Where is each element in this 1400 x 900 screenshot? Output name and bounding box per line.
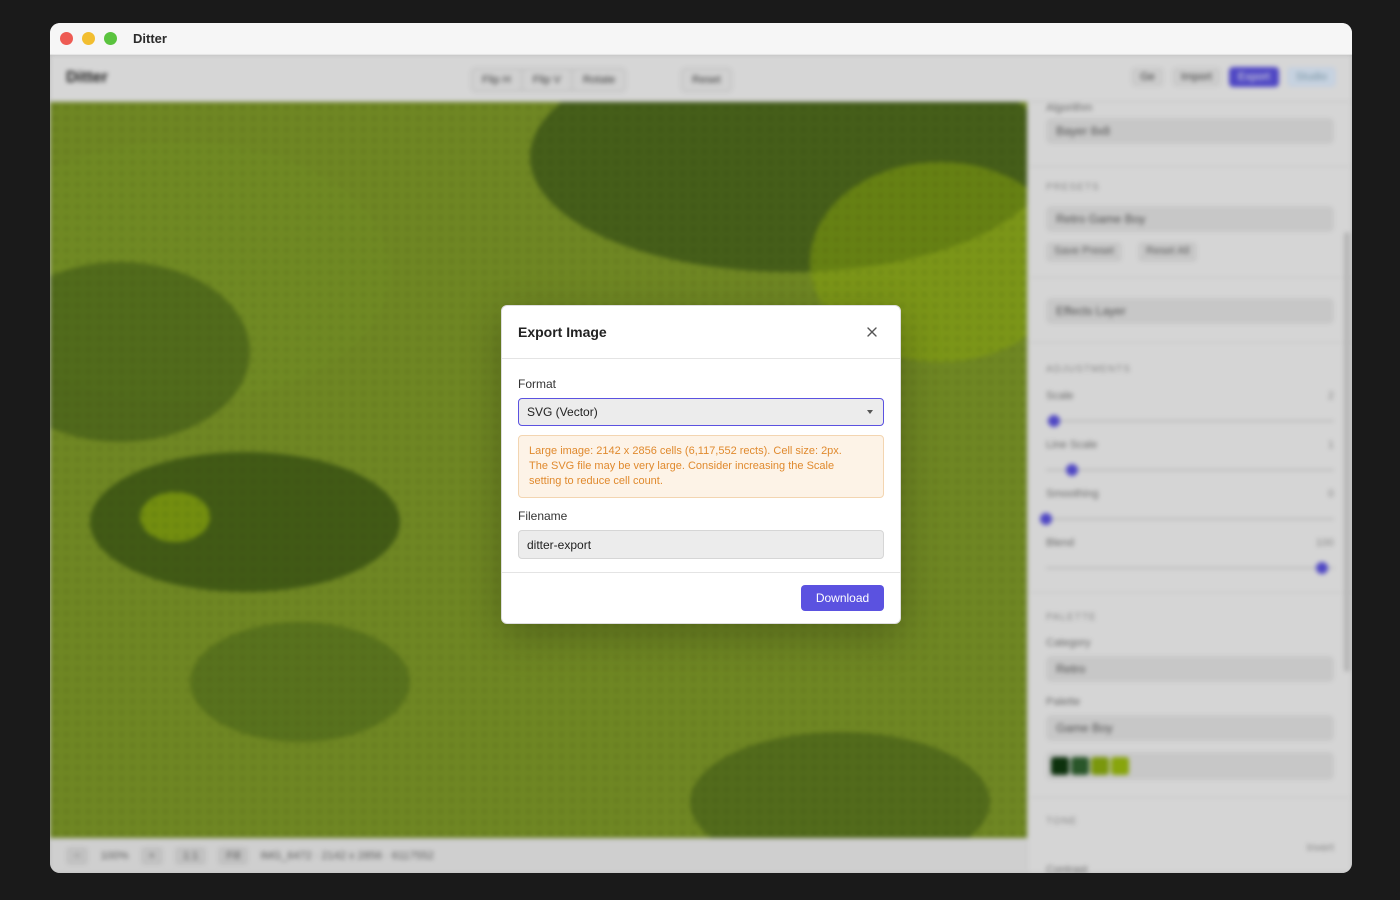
window-titlebar: Ditter xyxy=(50,23,1352,55)
warning-line-1: Large image: 2142 x 2856 cells (6,117,55… xyxy=(529,445,842,457)
close-icon xyxy=(867,327,877,337)
dialog-body: Format SVG (Vector) Large image: 2142 x … xyxy=(502,359,900,559)
download-button[interactable]: Download xyxy=(801,585,884,611)
app-window: Ditter Ditter Flip H Flip V Rotate Reset… xyxy=(50,23,1352,873)
dialog-title: Export Image xyxy=(518,324,607,340)
dialog-footer: Download xyxy=(502,572,900,624)
traffic-lights xyxy=(60,32,117,45)
window-title: Ditter xyxy=(133,31,167,46)
format-select-value: SVG (Vector) xyxy=(527,405,598,419)
chevron-down-icon xyxy=(867,410,873,414)
minimize-window-icon[interactable] xyxy=(82,32,95,45)
filename-input[interactable]: ditter-export xyxy=(518,530,884,559)
filename-label: Filename xyxy=(518,509,568,523)
dialog-header: Export Image xyxy=(502,306,900,359)
warning-line-2: The SVG file may be very large. Consider… xyxy=(529,460,835,472)
format-select[interactable]: SVG (Vector) xyxy=(518,398,884,426)
close-dialog-button[interactable] xyxy=(860,320,884,344)
zoom-window-icon[interactable] xyxy=(104,32,117,45)
warning-line-3: setting to reduce cell count. xyxy=(529,475,663,487)
format-label: Format xyxy=(518,377,557,391)
large-image-warning: Large image: 2142 x 2856 cells (6,117,55… xyxy=(518,435,884,498)
export-dialog: Export Image Format SVG (Vector) Large i… xyxy=(501,305,901,624)
close-window-icon[interactable] xyxy=(60,32,73,45)
